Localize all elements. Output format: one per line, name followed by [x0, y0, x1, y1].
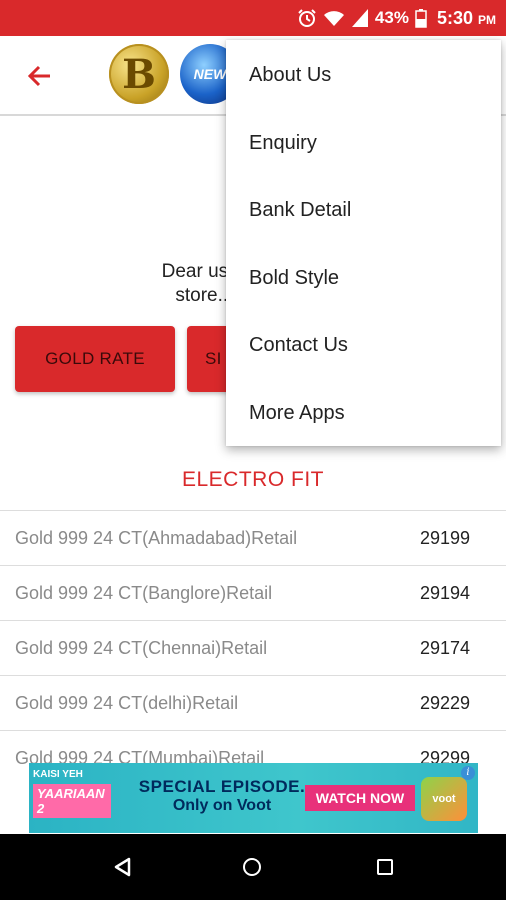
clock: 5:30 PM [437, 8, 496, 29]
gold-rate-button[interactable]: GOLD RATE [15, 326, 175, 392]
battery-icon [415, 8, 427, 28]
clock-ampm: PM [478, 12, 496, 27]
rate-name: Gold 999 24 CT(Chennai)Retail [15, 637, 268, 658]
signal-icon [351, 8, 369, 28]
news-logo-text: NEW [193, 66, 227, 82]
rates-list[interactable]: Gold 999 24 CT(Ahmadabad)Retail 29199 Go… [0, 510, 506, 770]
rate-name: Gold 999 24 CT(Ahmadabad)Retail [15, 527, 298, 548]
rate-name: Gold 999 24 CT(delhi)Retail [15, 692, 239, 713]
brand-logo-letter: B [122, 50, 156, 98]
menu-item-bank-detail[interactable]: Bank Detail [226, 177, 501, 245]
section-title: ELECTRO FIT [181, 468, 324, 491]
ad-banner[interactable]: KAISI YEH YAARIAAN 2 SPECIAL EPISODE. On… [29, 763, 478, 833]
menu-item-contact-us[interactable]: Contact Us [226, 312, 501, 380]
ad-brand-logo: voot [421, 777, 467, 821]
rate-value: 29174 [419, 637, 470, 658]
status-bar: 43% 5:30 PM [0, 0, 506, 36]
menu-item-more-apps[interactable]: More Apps [226, 380, 501, 448]
arrow-left-icon [27, 65, 50, 87]
nav-recents-icon[interactable] [377, 859, 393, 875]
ad-line-2: Only on Voot [172, 797, 272, 814]
system-nav-bar [0, 834, 506, 900]
rate-value: 29229 [419, 692, 470, 713]
ad-headline: SPECIAL EPISODE. Only on Voot [137, 777, 307, 815]
menu-item-bold-style[interactable]: Bold Style [226, 245, 501, 313]
ad-watch-now-button[interactable]: WATCH NOW [305, 785, 415, 811]
menu-item-about-us[interactable]: About Us [226, 42, 501, 110]
gold-rate-label: GOLD RATE [45, 349, 145, 368]
menu-item-enquiry[interactable]: Enquiry [226, 110, 501, 178]
back-button[interactable] [22, 58, 58, 94]
rate-value: 29194 [419, 582, 470, 603]
rate-value: 29199 [419, 527, 470, 548]
overflow-menu: About Us Enquiry Bank Detail Bold Style … [226, 40, 501, 446]
ad-info-icon[interactable]: i [461, 766, 475, 780]
list-item[interactable]: Gold 999 24 CT(Ahmadabad)Retail 29199 [0, 511, 506, 566]
wifi-icon [323, 8, 345, 28]
clock-time: 5:30 [436, 7, 473, 28]
nav-back-icon[interactable] [113, 857, 131, 877]
brand-logo: B [109, 44, 169, 104]
ad-tag-1: KAISI YEH [33, 769, 83, 780]
nav-home-icon[interactable] [243, 858, 261, 876]
list-item[interactable]: Gold 999 24 CT(Chennai)Retail 29174 [0, 621, 506, 676]
ad-line-1: SPECIAL EPISODE. [138, 777, 306, 796]
list-item[interactable]: Gold 999 24 CT(Banglore)Retail 29194 [0, 566, 506, 621]
rate-name: Gold 999 24 CT(Banglore)Retail [15, 582, 273, 603]
silver-rate-label: SI [205, 349, 222, 368]
ad-tag-2: YAARIAAN 2 [33, 784, 111, 818]
alarm-icon [297, 8, 317, 28]
ad-show-logo: KAISI YEH YAARIAAN 2 [33, 769, 111, 827]
list-item[interactable]: Gold 999 24 CT(delhi)Retail 29229 [0, 676, 506, 731]
battery-percent: 43% [374, 8, 409, 27]
